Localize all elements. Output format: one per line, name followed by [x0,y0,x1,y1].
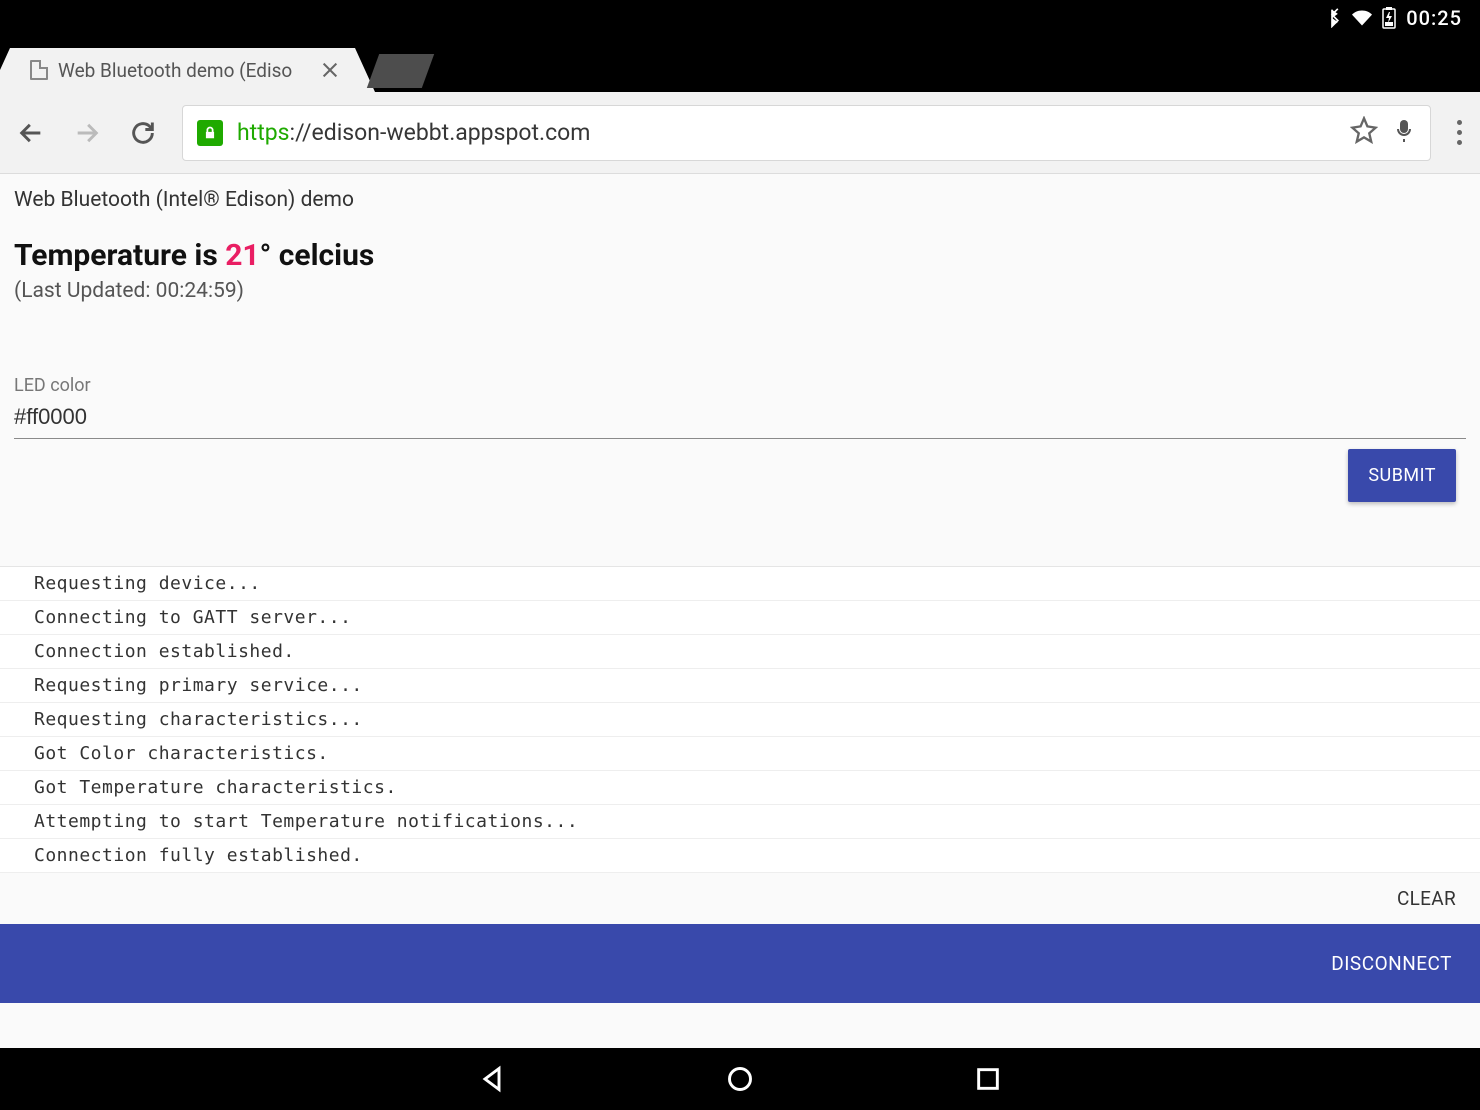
android-nav-bar [0,1048,1480,1110]
secure-lock-icon [197,120,223,146]
log-entry: Requesting primary service... [0,669,1480,703]
android-back-button[interactable] [478,1065,506,1093]
log-entry: Got Temperature characteristics. [0,771,1480,805]
url-text: https://edison-webbt.appspot.com [237,119,590,146]
clear-button[interactable]: CLEAR [0,873,1480,924]
last-updated-text: (Last Updated: 00:24:59) [14,279,1466,303]
log-entry: Got Color characteristics. [0,737,1480,771]
bluetooth-icon [1322,8,1342,28]
bookmark-star-icon[interactable] [1350,116,1378,150]
temperature-value: 21 [225,238,259,273]
address-bar[interactable]: https://edison-webbt.appspot.com [182,105,1431,161]
tab-close-button[interactable] [321,61,339,79]
browser-menu-button[interactable] [1453,116,1466,149]
log-entry: Requesting device... [0,567,1480,601]
browser-tab-strip: Web Bluetooth demo (Ediso [0,36,1480,92]
reload-button[interactable] [126,116,160,150]
forward-button [70,116,104,150]
led-color-label: LED color [14,375,1466,396]
log-entry: Connection established. [0,635,1480,669]
log-entry: Attempting to start Temperature notifica… [0,805,1480,839]
log-entry: Connecting to GATT server... [0,601,1480,635]
disconnect-button[interactable]: DISCONNECT [0,924,1480,1003]
status-clock: 00:25 [1406,6,1462,30]
android-status-bar: 00:25 [0,0,1480,36]
new-tab-button[interactable] [367,54,434,88]
page-title: Web Bluetooth (Intel® Edison) demo [14,188,1466,212]
submit-button[interactable]: SUBMIT [1348,449,1456,502]
back-button[interactable] [14,116,48,150]
wifi-icon [1352,8,1372,28]
web-page: Web Bluetooth (Intel® Edison) demo Tempe… [0,174,1480,1048]
led-color-input[interactable] [14,400,1466,439]
browser-toolbar: https://edison-webbt.appspot.com [0,92,1480,174]
android-home-button[interactable] [726,1065,754,1093]
voice-search-icon[interactable] [1392,116,1416,150]
log-entry: Requesting characteristics... [0,703,1480,737]
page-icon [30,60,48,80]
android-recent-button[interactable] [974,1065,1002,1093]
tab-title: Web Bluetooth demo (Ediso [58,59,311,82]
log-entry: Connection fully established. [0,839,1480,873]
connection-log: Requesting device...Connecting to GATT s… [0,566,1480,873]
battery-icon [1382,7,1396,29]
browser-tab-active[interactable]: Web Bluetooth demo (Ediso [10,48,355,92]
temperature-readout: Temperature is 21° celcius [14,238,1466,273]
